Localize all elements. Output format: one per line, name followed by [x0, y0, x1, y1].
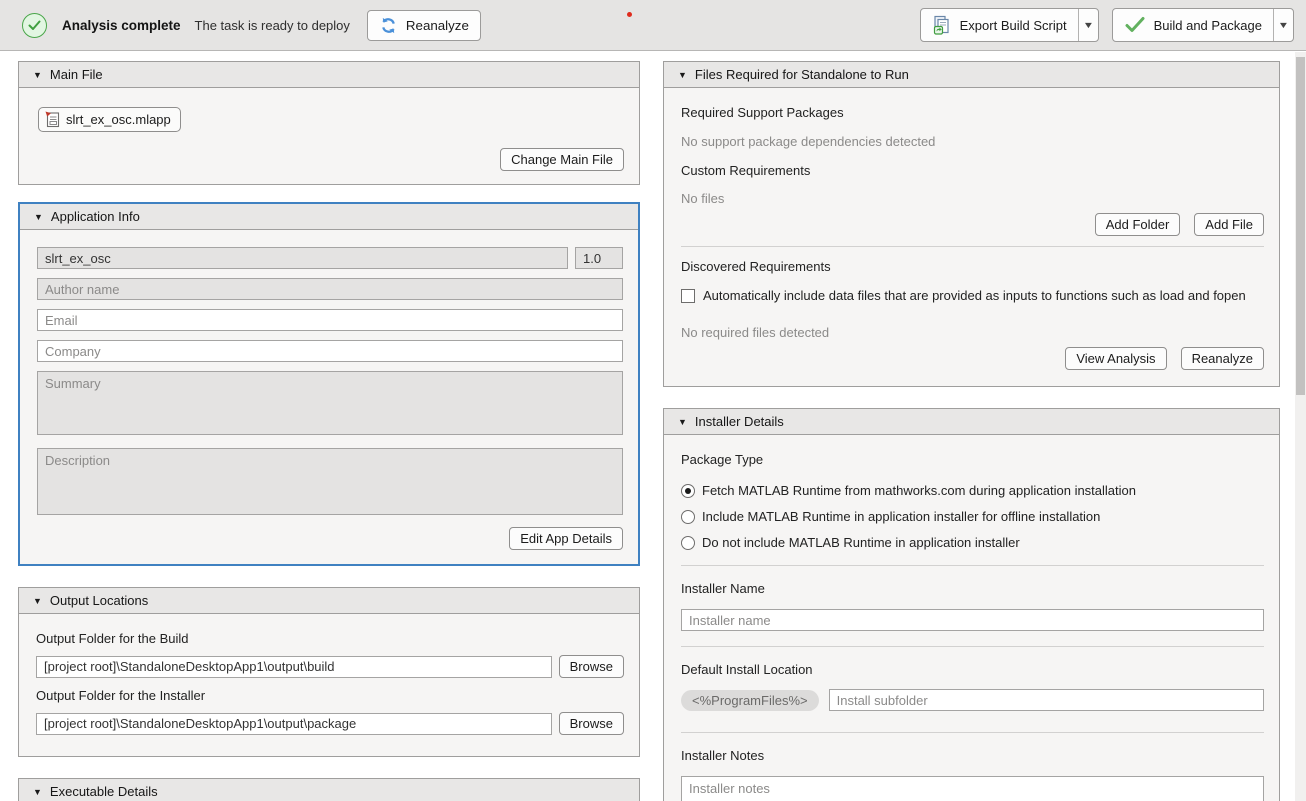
author-name-field[interactable] [37, 278, 623, 300]
main-file-header[interactable]: Main File [19, 62, 639, 88]
section-divider [681, 246, 1264, 247]
company-field[interactable] [37, 340, 623, 362]
change-main-file-button[interactable]: Change Main File [500, 148, 624, 171]
section-divider [681, 565, 1264, 566]
summary-field[interactable] [37, 371, 623, 435]
files-required-header-label: Files Required for Standalone to Run [695, 67, 909, 82]
files-required-section: Files Required for Standalone to Run Req… [663, 61, 1280, 387]
add-folder-button[interactable]: Add Folder [1095, 213, 1181, 236]
app-name-field[interactable] [37, 247, 568, 269]
radio-no-runtime-label: Do not include MATLAB Runtime in applica… [702, 535, 1020, 550]
collapse-triangle-icon [678, 70, 687, 80]
installer-folder-input[interactable] [36, 713, 552, 735]
edit-app-details-button[interactable]: Edit App Details [509, 527, 623, 550]
reanalyze-toolbar-button[interactable]: Reanalyze [367, 10, 481, 41]
installer-notes-label: Installer Notes [681, 748, 1264, 763]
section-divider [681, 646, 1264, 647]
installer-folder-label: Output Folder for the Installer [36, 688, 624, 703]
radio-include-runtime[interactable]: Include MATLAB Runtime in application in… [681, 509, 1264, 524]
installer-name-label: Installer Name [681, 581, 1264, 596]
build-and-package-button[interactable]: Build and Package [1112, 8, 1294, 42]
scrollbar-thumb[interactable] [1296, 57, 1305, 395]
collapse-triangle-icon [33, 787, 42, 797]
collapse-triangle-icon [33, 596, 42, 606]
files-required-header[interactable]: Files Required for Standalone to Run [664, 62, 1279, 88]
install-subfolder-input[interactable] [829, 689, 1264, 711]
output-locations-header-label: Output Locations [50, 593, 148, 608]
export-build-script-button[interactable]: Export Build Script [920, 8, 1099, 42]
build-check-icon [1124, 16, 1146, 34]
output-locations-section: Output Locations Output Folder for the B… [18, 587, 640, 757]
installer-name-input[interactable] [681, 609, 1264, 631]
browse-installer-folder-button[interactable]: Browse [559, 712, 624, 735]
reanalyze-label: Reanalyze [406, 18, 469, 33]
collapse-triangle-icon [33, 70, 42, 80]
executable-details-header[interactable]: Executable Details [19, 779, 639, 801]
email-field[interactable] [37, 309, 623, 331]
refresh-icon [379, 16, 398, 35]
status-subtitle: The task is ready to deploy [195, 18, 350, 33]
discovered-status: No required files detected [681, 325, 1264, 340]
main-file-chip[interactable]: slrt_ex_osc.mlapp [38, 107, 181, 132]
build-folder-label: Output Folder for the Build [36, 631, 624, 646]
right-column: Files Required for Standalone to Run Req… [663, 61, 1280, 801]
installer-details-header[interactable]: Installer Details [664, 409, 1279, 435]
executable-details-section: Executable Details Executable Name [18, 778, 640, 801]
auto-include-checkbox[interactable] [681, 289, 695, 303]
radio-include-runtime-label: Include MATLAB Runtime in application in… [702, 509, 1100, 524]
export-build-script-label: Export Build Script [960, 18, 1067, 33]
custom-requirements-label: Custom Requirements [681, 163, 1264, 178]
installer-notes-field[interactable] [681, 776, 1264, 801]
installer-details-section: Installer Details Package Type Fetch MAT… [663, 408, 1280, 801]
build-folder-input[interactable] [36, 656, 552, 678]
application-info-header-label: Application Info [51, 209, 140, 224]
package-type-label: Package Type [681, 452, 1264, 467]
add-file-button[interactable]: Add File [1194, 213, 1264, 236]
discovered-requirements-label: Discovered Requirements [681, 259, 1264, 274]
radio-button-icon [681, 484, 695, 498]
status-title: Analysis complete [62, 18, 181, 33]
custom-requirements-status: No files [681, 191, 1264, 206]
required-support-packages-label: Required Support Packages [681, 105, 1264, 120]
view-analysis-button[interactable]: View Analysis [1065, 347, 1166, 370]
build-and-package-label: Build and Package [1154, 18, 1262, 33]
radio-no-runtime[interactable]: Do not include MATLAB Runtime in applica… [681, 535, 1264, 550]
output-locations-header[interactable]: Output Locations [19, 588, 639, 614]
application-info-header[interactable]: Application Info [20, 204, 638, 230]
collapse-triangle-icon [678, 417, 687, 427]
default-install-location-label: Default Install Location [681, 662, 1264, 677]
application-info-section: Application Info Edit App Details [18, 202, 640, 566]
build-dropdown-arrow-icon[interactable] [1273, 9, 1293, 41]
export-dropdown-arrow-icon[interactable] [1078, 9, 1098, 41]
recording-indicator-dot [627, 12, 632, 17]
radio-fetch-runtime-label: Fetch MATLAB Runtime from mathworks.com … [702, 483, 1136, 498]
browse-build-folder-button[interactable]: Browse [559, 655, 624, 678]
reanalyze-section-button[interactable]: Reanalyze [1181, 347, 1264, 370]
vertical-scrollbar[interactable] [1295, 52, 1306, 801]
main-file-section: Main File slrt_ex_osc.mlapp Change Main … [18, 61, 640, 185]
program-files-chip: <%ProgramFiles%> [681, 690, 819, 711]
export-script-icon [932, 15, 952, 35]
description-field[interactable] [37, 448, 623, 515]
top-toolbar: Analysis complete The task is ready to d… [0, 0, 1306, 51]
left-column: Main File slrt_ex_osc.mlapp Change Main … [18, 61, 640, 801]
collapse-triangle-icon [34, 212, 43, 222]
analysis-success-icon [22, 13, 47, 38]
main-file-header-label: Main File [50, 67, 103, 82]
app-version-field[interactable] [575, 247, 623, 269]
mlapp-file-icon [45, 111, 60, 128]
main-file-chip-label: slrt_ex_osc.mlapp [66, 112, 171, 127]
section-divider [681, 732, 1264, 733]
radio-fetch-runtime[interactable]: Fetch MATLAB Runtime from mathworks.com … [681, 483, 1264, 498]
support-packages-status: No support package dependencies detected [681, 134, 1264, 149]
radio-button-icon [681, 510, 695, 524]
executable-details-header-label: Executable Details [50, 784, 158, 799]
installer-details-header-label: Installer Details [695, 414, 784, 429]
radio-button-icon [681, 536, 695, 550]
auto-include-checkbox-label: Automatically include data files that ar… [703, 288, 1246, 303]
